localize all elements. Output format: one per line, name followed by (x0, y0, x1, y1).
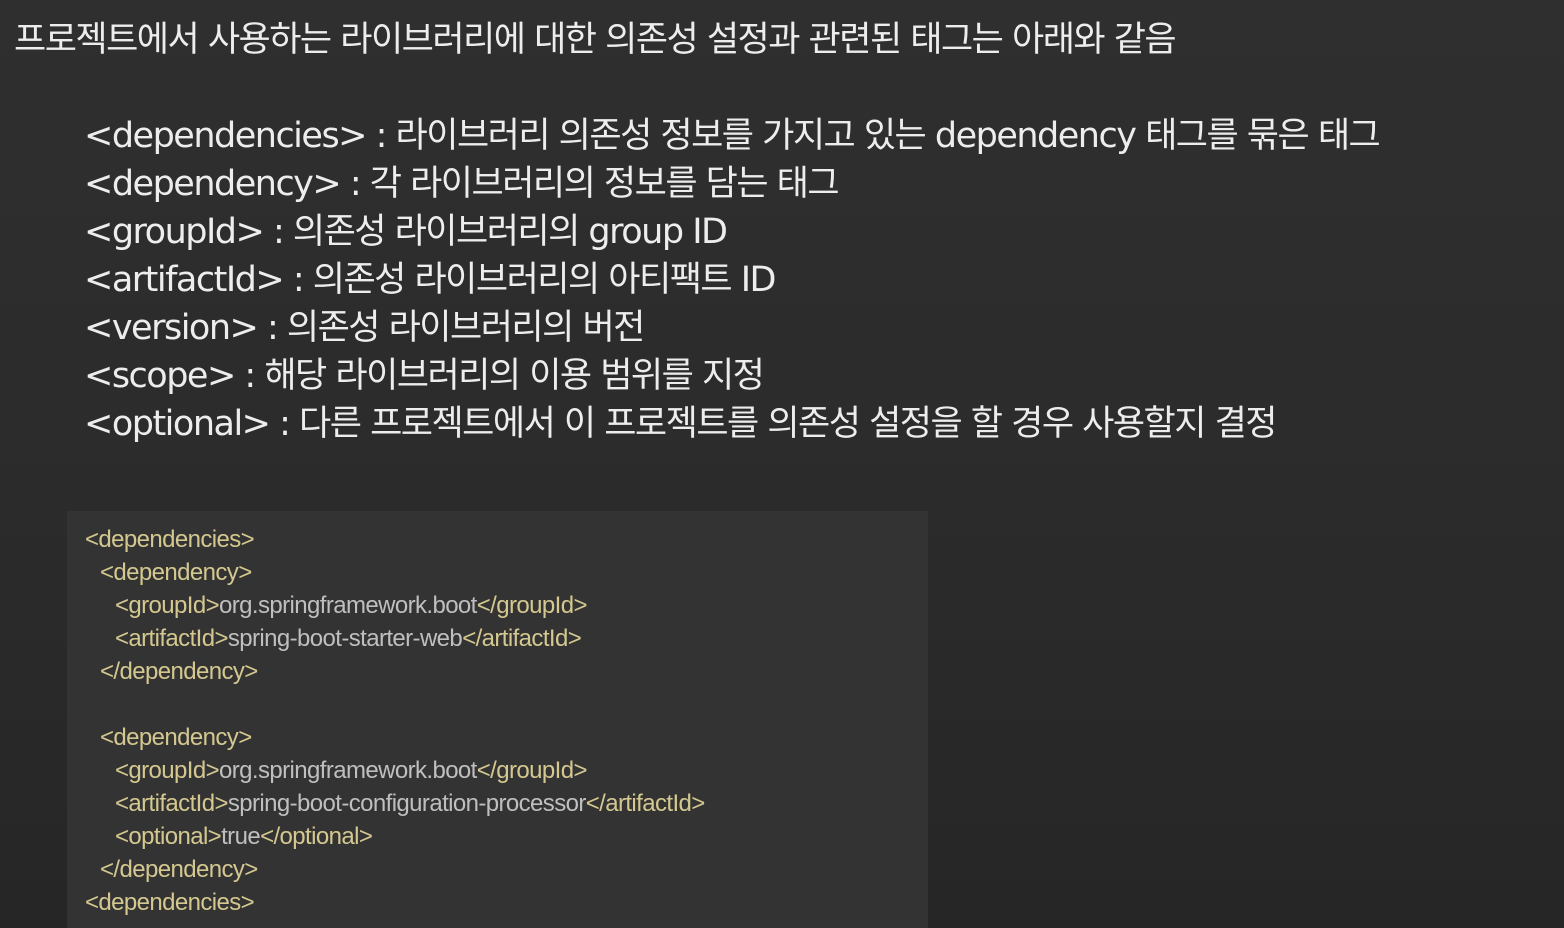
code-line: </dependency> (67, 853, 928, 886)
slide-title: 프로젝트에서 사용하는 라이브러리에 대한 의존성 설정과 관련된 태그는 아래… (14, 20, 1177, 60)
xml-tag: <dependency> (100, 724, 252, 751)
code-line: <dependency> (67, 556, 928, 589)
tag-item-groupid: <groupId> : 의존성 라이브러리의 group ID (84, 212, 728, 252)
xml-code-block: <dependencies> <dependency> <groupId>org… (67, 511, 928, 928)
code-line: <groupId>org.springframework.boot</group… (67, 754, 928, 787)
xml-value: org.springframework.boot (219, 592, 477, 619)
code-line: <optional>true</optional> (67, 820, 928, 853)
tag-item-artifactid: <artifactId> : 의존성 라이브러리의 아티팩트 ID (84, 260, 777, 300)
code-line: <artifactId>spring-boot-configuration-pr… (67, 787, 928, 820)
xml-tag: </artifactId> (462, 625, 582, 652)
code-line: <dependencies> (67, 523, 928, 556)
xml-tag: </groupId> (476, 592, 588, 619)
code-line: <artifactId>spring-boot-starter-web</art… (67, 622, 928, 655)
xml-value: org.springframework.boot (219, 757, 477, 784)
tag-item-optional: <optional> : 다른 프로젝트에서 이 프로젝트를 의존성 설정을 할… (84, 404, 1277, 444)
tag-item-version: <version> : 의존성 라이브러리의 버전 (84, 308, 645, 348)
xml-tag: <dependencies> (85, 889, 255, 916)
code-line: <dependencies> (67, 886, 928, 919)
code-line: <groupId>org.springframework.boot</group… (67, 589, 928, 622)
xml-tag: </dependency> (100, 658, 258, 685)
tag-item-dependency: <dependency> : 각 라이브러리의 정보를 담는 태그 (84, 164, 840, 204)
code-line: <dependency> (67, 721, 928, 754)
xml-tag: <artifactId> (115, 625, 228, 652)
xml-value: spring-boot-starter-web (227, 625, 463, 652)
xml-value: spring-boot-configuration-processor (227, 790, 586, 817)
tag-item-scope: <scope> : 해당 라이브러리의 이용 범위를 지정 (84, 356, 765, 396)
tag-description-list: <dependencies> : 라이브러리 의존성 정보를 가지고 있는 de… (84, 112, 1381, 448)
xml-tag: </optional> (260, 823, 373, 850)
xml-tag: <groupId> (115, 592, 220, 619)
xml-tag: <optional> (115, 823, 222, 850)
xml-tag: <artifactId> (115, 790, 228, 817)
xml-tag: <dependency> (100, 559, 252, 586)
xml-value: true (221, 823, 261, 850)
xml-tag: </groupId> (476, 757, 588, 784)
xml-tag: <dependencies> (85, 526, 255, 553)
xml-tag: </artifactId> (585, 790, 706, 817)
code-line: </dependency> (67, 655, 928, 688)
xml-tag: <groupId> (115, 757, 220, 784)
xml-tag: </dependency> (100, 856, 258, 883)
tag-item-dependencies: <dependencies> : 라이브러리 의존성 정보를 가지고 있는 de… (84, 116, 1381, 156)
